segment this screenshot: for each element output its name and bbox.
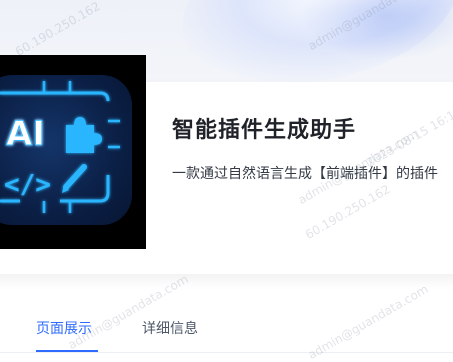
product-description: 一款通过自然语言生成【前端插件】的插件 [172, 166, 438, 182]
logo-code-symbol: </> [4, 170, 51, 200]
logo-artwork: AI </> [0, 81, 120, 213]
puzzle-icon [66, 117, 102, 153]
product-title: 智能插件生成助手 [172, 118, 357, 143]
tab-details[interactable]: 详细信息 [142, 318, 198, 338]
product-logo: AI </> [0, 55, 146, 249]
tab-bar: 页面展示 详细信息 [0, 300, 453, 355]
logo-ai-text: AI [6, 114, 45, 154]
tab-page-display[interactable]: 页面展示 [36, 318, 92, 338]
pencil-icon [62, 164, 87, 193]
tab-bar-divider [0, 352, 453, 353]
